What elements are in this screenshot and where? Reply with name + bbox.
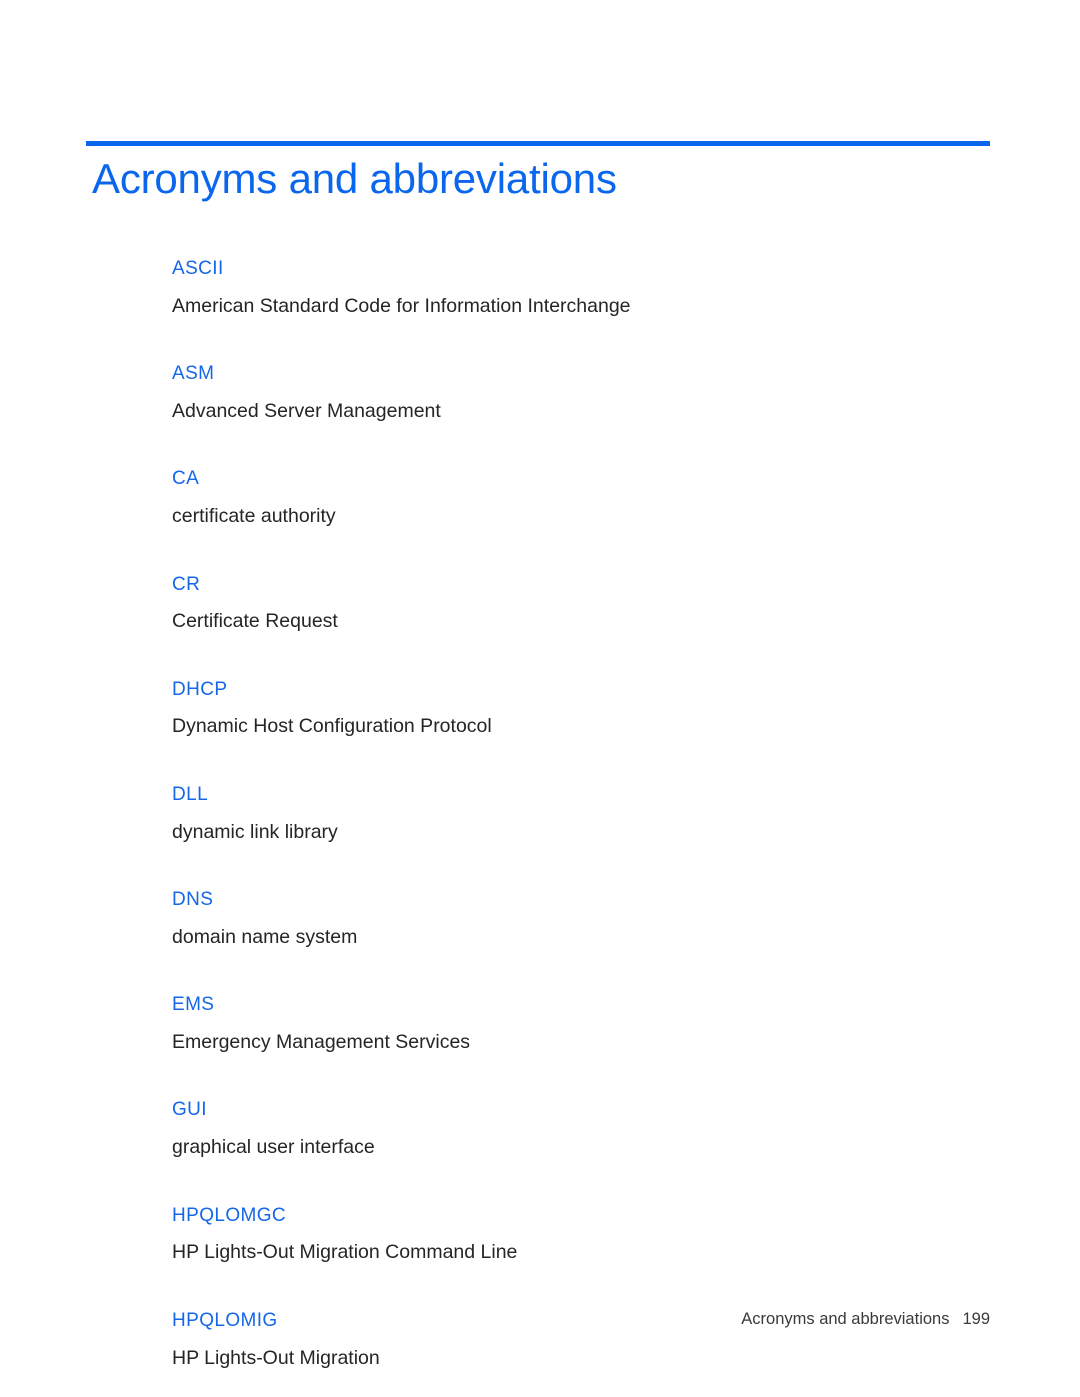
glossary-definition: dynamic link library xyxy=(172,820,338,843)
glossary-definition: HP Lights-Out Migration Command Line xyxy=(172,1241,518,1264)
glossary-entry: DLL dynamic link library xyxy=(172,784,932,844)
glossary-list: ASCII American Standard Code for Informa… xyxy=(172,258,932,1397)
glossary-term: CR xyxy=(172,573,201,595)
glossary-entry: ASCII American Standard Code for Informa… xyxy=(172,258,932,318)
footer-section-title: Acronyms and abbreviations xyxy=(741,1310,950,1328)
glossary-term: DLL xyxy=(172,783,209,805)
glossary-entry: GUI graphical user interface xyxy=(172,1099,932,1159)
page-title: Acronyms and abbreviations xyxy=(92,155,617,202)
glossary-definition: certificate authority xyxy=(172,505,336,528)
glossary-entry: HPQLOMGC HP Lights-Out Migration Command… xyxy=(172,1205,932,1265)
glossary-definition: graphical user interface xyxy=(172,1136,375,1159)
glossary-definition: HP Lights-Out Migration xyxy=(172,1346,380,1369)
glossary-term: EMS xyxy=(172,994,215,1016)
glossary-definition: Advanced Server Management xyxy=(172,399,441,422)
glossary-term: HPQLOMGC xyxy=(172,1204,287,1226)
glossary-definition: American Standard Code for Information I… xyxy=(172,294,631,317)
glossary-term: CA xyxy=(172,468,200,490)
glossary-entry: EMS Emergency Management Services xyxy=(172,994,932,1054)
glossary-entry: ASM Advanced Server Management xyxy=(172,363,932,423)
glossary-term: ASCII xyxy=(172,258,224,279)
glossary-term: DNS xyxy=(172,889,214,911)
glossary-entry: CR Certificate Request xyxy=(172,574,932,634)
document-page: Acronyms and abbreviations ASCII America… xyxy=(0,0,1080,1397)
glossary-entry: CA certificate authority xyxy=(172,468,932,528)
footer-page-number: 199 xyxy=(962,1310,990,1328)
glossary-term: DHCP xyxy=(172,678,228,700)
page-heading-block: Acronyms and abbreviations xyxy=(86,141,990,201)
glossary-term: GUI xyxy=(172,1099,207,1121)
glossary-entry: DNS domain name system xyxy=(172,889,932,949)
glossary-entry: DHCP Dynamic Host Configuration Protocol xyxy=(172,679,932,739)
glossary-definition: Emergency Management Services xyxy=(172,1031,471,1053)
glossary-definition: domain name system xyxy=(172,925,358,948)
glossary-definition: Dynamic Host Configuration Protocol xyxy=(172,715,492,738)
glossary-definition: Certificate Request xyxy=(172,610,338,633)
glossary-term: ASM xyxy=(172,363,215,385)
page-footer: Acronyms and abbreviations 199 xyxy=(0,1310,990,1329)
